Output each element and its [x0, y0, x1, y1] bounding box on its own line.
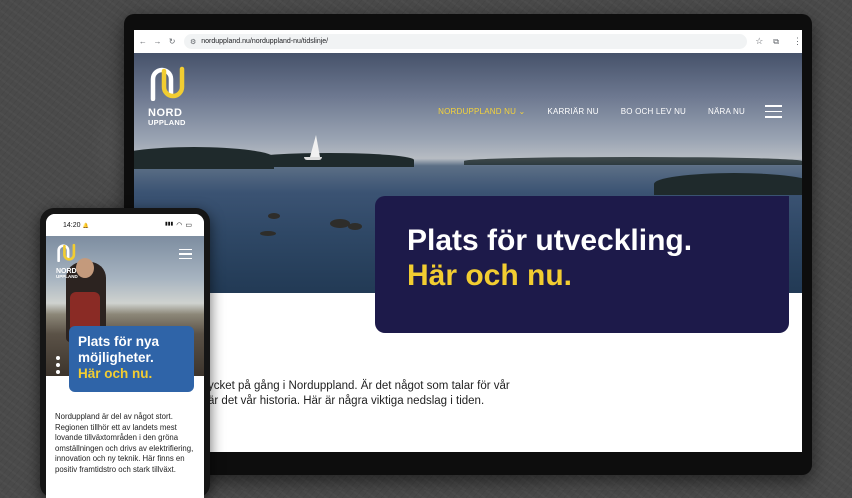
mobile-status-bar: 14:20 🔔 ▮▮▮ ◠ ▭ — [46, 214, 204, 236]
hero-headline-primary: Plats för utveckling. — [407, 224, 693, 257]
battery-icon: ▭ — [185, 222, 192, 229]
mobile-hero-headline-box: Plats för nya möjligheter. Här och nu. — [69, 326, 194, 392]
status-time: 14:20 — [63, 221, 81, 229]
browser-window: ← → ↻ ⚙ norduppland.nu/norduppland-nu/ti… — [134, 30, 802, 452]
hero-headline-accent: Här och nu. — [407, 258, 573, 292]
nav-item-norduppland-nu[interactable]: NORDUPPLAND NU ⌄ — [438, 107, 525, 116]
site-info-icon[interactable]: ⚙ — [190, 38, 196, 46]
rock — [348, 223, 362, 230]
rock — [260, 231, 276, 236]
extensions-icon[interactable]: ⧉ — [773, 37, 779, 47]
signal-icon: ▮▮▮ — [165, 221, 174, 227]
notification-bell-icon: 🔔 — [82, 222, 89, 229]
mobile-phone: 14:20 🔔 ▮▮▮ ◠ ▭ NORD UPPLAND Plats för n… — [40, 208, 210, 498]
nav-item-nara-nu[interactable]: NÄRA NU — [708, 107, 745, 116]
slide-indicator-dots[interactable] — [56, 356, 60, 376]
rock — [268, 213, 280, 219]
sailboat-hull — [304, 157, 322, 160]
hamburger-menu-icon[interactable] — [765, 105, 782, 118]
reload-icon[interactable]: ↻ — [166, 37, 178, 46]
nav-item-karriar-nu[interactable]: KARRIÄR NU — [547, 107, 598, 116]
mobile-headline-line: möjligheter. — [78, 350, 154, 365]
intro-line: är det vår historia. Här är några viktig… — [208, 395, 485, 407]
nav-label: NORDUPPLAND NU — [438, 107, 517, 116]
intro-text: ycket på gång i Norduppland. Är det någo… — [208, 379, 538, 409]
mobile-hamburger-menu-icon[interactable] — [179, 249, 192, 259]
logo-mark-icon — [57, 243, 76, 263]
mobile-site-logo[interactable]: NORD UPPLAND — [56, 243, 86, 280]
shore-silhouette — [464, 157, 802, 165]
shore-silhouette — [654, 173, 802, 195]
nav-item-bo-och-lev-nu[interactable]: BO OCH LEV NU — [621, 107, 686, 116]
forward-icon[interactable]: → — [152, 37, 164, 46]
rock — [330, 219, 350, 228]
shore-silhouette — [244, 153, 414, 167]
desktop-monitor: ← → ↻ ⚙ norduppland.nu/norduppland-nu/ti… — [124, 14, 812, 475]
url-text: norduppland.nu/norduppland-nu/tidslinje/ — [201, 38, 329, 45]
hero-headline-box: Plats för utveckling. Här och nu. — [375, 196, 789, 333]
mobile-headline-accent: Här och nu. — [78, 366, 153, 381]
bookmark-star-icon[interactable]: ☆ — [755, 36, 763, 47]
site-logo[interactable]: NORD UPPLAND — [148, 65, 196, 127]
intro-line: ycket på gång i Norduppland. Är det någo… — [208, 380, 510, 392]
logo-text-uppland: UPPLAND — [56, 274, 78, 279]
mobile-body-text: Norduppland är del av något stort. Regio… — [55, 412, 194, 474]
wifi-icon: ◠ — [176, 222, 183, 229]
back-icon[interactable]: ← — [137, 37, 149, 46]
mobile-headline-line: Plats för nya — [78, 334, 160, 349]
browser-toolbar: ← → ↻ ⚙ norduppland.nu/norduppland-nu/ti… — [134, 30, 802, 54]
browser-menu-icon[interactable]: ⋮ — [793, 36, 802, 47]
chevron-down-icon: ⌄ — [518, 107, 526, 116]
logo-text-uppland: UPPLAND — [148, 118, 186, 127]
address-bar[interactable]: ⚙ norduppland.nu/norduppland-nu/tidslinj… — [183, 34, 748, 49]
mobile-screen: 14:20 🔔 ▮▮▮ ◠ ▭ NORD UPPLAND Plats för n… — [46, 214, 204, 498]
sailboat — [310, 135, 320, 157]
main-navigation: NORDUPPLAND NU ⌄ KARRIÄR NU BO OCH LEV N… — [416, 105, 782, 118]
logo-mark-icon — [150, 66, 185, 102]
